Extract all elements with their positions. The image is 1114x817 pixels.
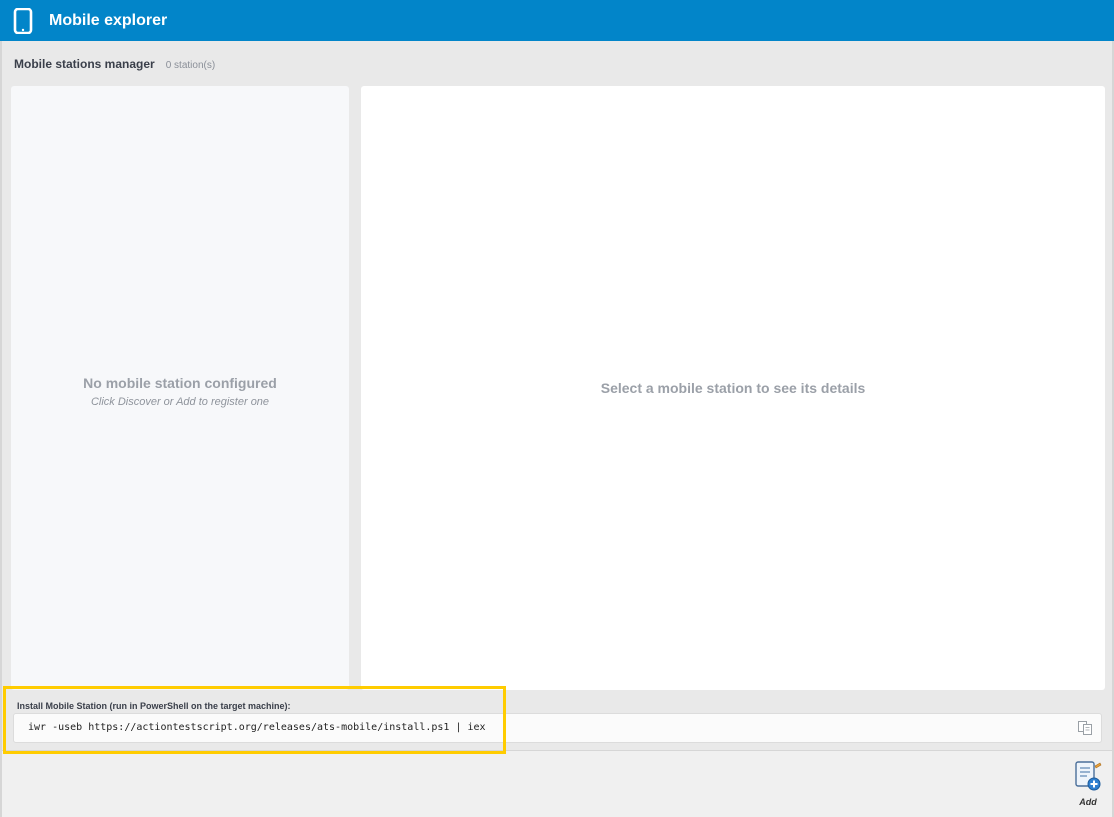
manager-title: Mobile stations manager [14,57,155,71]
station-details-panel: Select a mobile station to see its detai… [361,86,1105,690]
add-station-icon [1073,760,1103,792]
details-placeholder: Select a mobile station to see its detai… [600,380,866,396]
frame-border-left [0,41,2,817]
phone-icon [13,7,33,34]
manager-header: Mobile stations manager 0 station(s) [14,57,215,73]
station-list-panel[interactable]: No mobile station configured Click Disco… [11,86,349,690]
add-station-button[interactable]: Add [1070,760,1106,810]
copy-icon[interactable] [1077,720,1093,736]
station-count: 0 station(s) [165,60,216,71]
title-bar: Mobile explorer [0,0,1114,41]
window-title: Mobile explorer [49,11,168,29]
bottom-toolbar [2,750,1112,817]
empty-list-subtitle: Click Discover or Add to register one [90,395,270,408]
add-button-label: Add [1079,797,1097,807]
empty-list-title: No mobile station configured [83,374,277,391]
install-label: Install Mobile Station (run in PowerShel… [17,701,291,711]
install-highlight: Install Mobile Station (run in PowerShel… [3,686,506,754]
